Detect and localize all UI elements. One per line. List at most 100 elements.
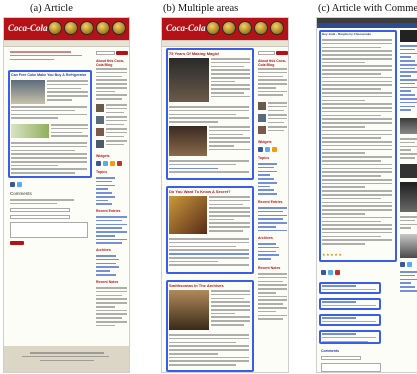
comments-heading: Comments — [10, 191, 32, 196]
caption-a: (a) Article — [30, 3, 73, 14]
area-1-title[interactable]: 75 Years Of Making Magic! — [169, 51, 249, 56]
facebook-share-icon[interactable] — [321, 270, 326, 275]
author-avatar — [258, 126, 266, 134]
comment-textarea[interactable] — [10, 222, 88, 238]
bottle-cap-icon — [112, 21, 126, 35]
nav-bar[interactable] — [4, 40, 129, 47]
author-bio — [106, 140, 128, 148]
nav-bar[interactable] — [162, 40, 288, 47]
area-1-body — [169, 106, 251, 125]
topics-heading: Topics — [258, 156, 270, 160]
author-avatar — [258, 114, 266, 122]
article-body — [11, 142, 89, 176]
twitter-share-icon[interactable] — [17, 182, 22, 187]
comment-text — [322, 301, 378, 309]
article-body — [51, 124, 89, 139]
sidebar-heading: About this Coca-Cola Blog — [96, 59, 124, 67]
sidebar-text — [400, 216, 417, 231]
recent-entries-list[interactable] — [96, 216, 128, 246]
search-button[interactable] — [116, 51, 128, 55]
sidebar-heading: About this Coca-Cola Blog — [258, 59, 286, 67]
facebook-icon[interactable] — [400, 262, 405, 267]
archives-list[interactable] — [96, 255, 120, 278]
sidebar-ad-image — [400, 182, 417, 212]
comment-form-text — [10, 199, 88, 207]
rss-icon[interactable] — [272, 147, 277, 152]
author-avatar — [96, 128, 104, 136]
blog-title[interactable]: Hey Jude - Raspberry Cheesecake — [322, 32, 394, 36]
author-avatar — [258, 102, 266, 110]
bottle-cap-icon — [96, 21, 110, 35]
sidebar-text — [400, 138, 417, 161]
comment-email-input[interactable] — [10, 215, 70, 219]
sidebar-image — [400, 234, 417, 258]
sidebar-text[interactable] — [400, 45, 417, 113]
comment-textarea[interactable] — [321, 363, 381, 372]
archives-heading: Archives — [96, 248, 111, 252]
author-bio — [268, 114, 288, 125]
topics-list[interactable] — [96, 177, 116, 207]
facebook-icon[interactable] — [258, 147, 263, 152]
author-avatar — [96, 104, 104, 112]
area-1-body — [209, 126, 251, 152]
author-bio — [268, 126, 288, 134]
rss-icon[interactable] — [110, 161, 115, 166]
caption-b: (b) Multiple areas — [163, 3, 239, 14]
intro-text — [10, 51, 84, 62]
nav-bar[interactable] — [317, 23, 417, 28]
bottle-cap-icon — [206, 21, 220, 35]
youtube-icon[interactable] — [117, 161, 122, 166]
area-2-body — [169, 238, 251, 268]
recent-entries-heading: Recent Entries — [258, 200, 283, 204]
topics-heading: Topics — [96, 170, 108, 174]
coca-cola-logo: Coca-Cola — [166, 23, 206, 33]
comment-text — [322, 333, 378, 344]
search-input[interactable] — [96, 51, 115, 55]
twitter-icon[interactable] — [103, 161, 108, 166]
author-bio — [106, 104, 128, 115]
author-bio — [106, 128, 128, 139]
area-2-title[interactable]: Do You Want To Know A Secret? — [169, 189, 249, 194]
area-2-image — [169, 196, 207, 234]
bottle-cap-icon — [222, 21, 236, 35]
recent-entries-list[interactable] — [258, 207, 288, 233]
article-title[interactable]: Can Free Coke Make You Buy A Refrigerato… — [11, 73, 91, 77]
bottle-cap-icon — [80, 21, 94, 35]
widgets-heading: Widgets — [96, 154, 110, 158]
screenshot-panel-multiple-areas: Coca-Cola 75 Years Of Making Magic! Do Y… — [161, 17, 289, 373]
twitter-share-icon[interactable] — [328, 270, 333, 275]
article-body — [47, 80, 89, 103]
facebook-share-icon[interactable] — [10, 182, 15, 187]
facebook-icon[interactable] — [96, 161, 101, 166]
bottle-cap-icon — [270, 21, 284, 35]
screenshot-panel-article: Coca-Cola Can Free Coke Make You Buy A R… — [3, 17, 130, 373]
page-footer — [4, 346, 129, 372]
search-button[interactable] — [276, 51, 288, 55]
topics-list[interactable] — [258, 163, 278, 197]
comment-name-input[interactable] — [10, 208, 70, 212]
coca-cola-logo: Coca-Cola — [8, 23, 48, 33]
author-bio — [268, 102, 288, 113]
widgets-heading: Widgets — [258, 140, 272, 144]
rating-stars[interactable]: ★★★★★ — [322, 252, 342, 257]
sidebar-image — [400, 164, 417, 178]
search-input[interactable] — [258, 51, 275, 55]
comment-name-input[interactable] — [321, 356, 361, 360]
caption-c: (c) Article with Comments — [318, 3, 417, 14]
area-3-title[interactable]: Smithsonian In The Archives — [169, 283, 249, 288]
sidebar-text[interactable] — [400, 271, 417, 294]
bottle-cap-icon — [238, 21, 252, 35]
article-image — [11, 80, 45, 104]
bottle-cap-icon — [64, 21, 78, 35]
sidebar-text — [258, 68, 288, 98]
twitter-icon[interactable] — [407, 262, 412, 267]
sidebar-image — [400, 118, 417, 134]
email-share-icon[interactable] — [335, 270, 340, 275]
comment-text — [322, 285, 378, 293]
comment-text — [322, 317, 378, 325]
post-comment-button[interactable] — [10, 241, 24, 245]
twitter-icon[interactable] — [265, 147, 270, 152]
comments-heading: Comments — [321, 349, 340, 353]
recent-notes-text — [96, 287, 128, 329]
archives-list[interactable] — [258, 243, 280, 262]
